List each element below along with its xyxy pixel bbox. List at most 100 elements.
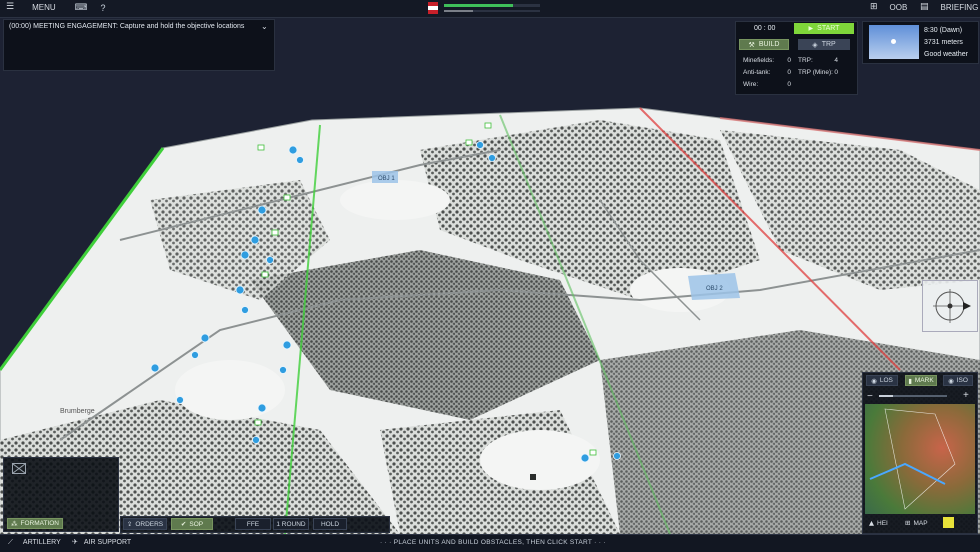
enemy-contact-marker[interactable]: [530, 474, 536, 480]
unit-marker[interactable]: [150, 363, 160, 373]
unit-marker[interactable]: [240, 250, 250, 260]
air-support-button[interactable]: ✈ AIR SUPPORT: [72, 538, 131, 546]
mission-expand-button[interactable]: ⌄: [261, 22, 268, 31]
enemy-strength-bar: [444, 10, 540, 12]
mark-button[interactable]: ▮ MARK: [905, 375, 937, 386]
unit-marker[interactable]: [176, 396, 184, 404]
visibility: 3731 meters: [924, 39, 963, 46]
hold-button[interactable]: HOLD: [313, 518, 347, 530]
mission-objective-panel: (00:00) MEETING ENGAGEMENT: Capture and …: [3, 19, 275, 71]
artillery-button[interactable]: ⟋ ARTILLERY: [8, 538, 61, 547]
one-round-button[interactable]: 1 ROUND: [273, 518, 309, 530]
menu-button[interactable]: ☰ MENU: [6, 2, 56, 12]
minefields-row: Minefields: 0: [743, 57, 791, 64]
unit-marker[interactable]: [266, 256, 274, 264]
grid-icon: ⊞: [905, 519, 911, 527]
weather-panel: 8:30 (Dawn) 3731 meters Good weather: [862, 21, 979, 64]
eye-icon: ◉: [948, 376, 954, 385]
unit-marker[interactable]: [613, 452, 621, 460]
minimap-panel: ◉ LOS ▮ MARK ◉ ISO − + ▲ HEI ⊞ MAP: [862, 372, 978, 534]
keyboard-button[interactable]: ⌨: [72, 2, 90, 14]
ffe-button[interactable]: FFE: [235, 518, 271, 530]
help-button[interactable]: ?: [96, 2, 110, 14]
mission-text: (00:00) MEETING ENGAGEMENT: Capture and …: [9, 23, 245, 30]
team-flag: [428, 2, 438, 14]
briefing-label: BRIEFING: [940, 2, 979, 12]
grid-icon: ⊞: [870, 2, 878, 12]
unit-marker[interactable]: [580, 453, 590, 463]
time-of-day: 8:30 (Dawn): [924, 27, 963, 34]
weather-condition: Good weather: [924, 51, 968, 58]
menu-label: MENU: [32, 2, 56, 12]
check-icon: ✔: [180, 520, 187, 528]
build-label: BUILD: [758, 41, 780, 48]
unit-marker[interactable]: [191, 351, 199, 359]
unit-marker[interactable]: [250, 235, 260, 245]
mission-timer: 00 : 00: [754, 25, 776, 32]
unit-marker[interactable]: [279, 366, 287, 374]
trp-counts: TRP: 4 TRP (Mine): 0: [798, 55, 838, 79]
top-bar: ☰ MENU ⌨ ? ⊞ OOB ▤ BRIEFING: [0, 0, 980, 18]
compass-arrow-icon[interactable]: [963, 302, 971, 310]
unit-marker[interactable]: [241, 306, 249, 314]
unit-marker[interactable]: [296, 156, 304, 164]
formation-icon: ⁂: [10, 519, 18, 528]
trp-row: TRP: 4: [798, 57, 838, 64]
unit-marker[interactable]: [257, 205, 267, 215]
weather-info: 8:30 (Dawn) 3731 meters Good weather: [924, 25, 968, 61]
unit-marker[interactable]: [235, 285, 245, 295]
artillery-icon: ⟋: [8, 538, 13, 546]
document-icon: ▤: [920, 2, 929, 12]
zoom-out-button[interactable]: −: [867, 391, 873, 402]
orders-button[interactable]: ⇪ ORDERS: [123, 518, 167, 530]
start-label: START: [817, 25, 840, 32]
briefing-button[interactable]: ▤ BRIEFING: [920, 2, 978, 12]
terrain-minimap[interactable]: [865, 404, 975, 514]
unit-marker[interactable]: [476, 141, 484, 149]
eye-icon: ◉: [871, 376, 877, 385]
trp-label: TRP: [821, 41, 836, 48]
objective-label-1: OBJ 1: [378, 176, 395, 182]
start-button[interactable]: ▶ START: [794, 23, 854, 34]
hamburger-icon: ☰: [6, 2, 15, 12]
height-button[interactable]: ▲ HEI: [869, 519, 888, 527]
force-strength-bar: [444, 4, 540, 7]
open-field: [340, 180, 450, 220]
unit-type-icon: [12, 463, 26, 474]
unit-panel: ⁂ FORMATION: [3, 457, 119, 532]
zoom-slider[interactable]: [879, 395, 947, 397]
iso-button[interactable]: ◉ ISO: [943, 375, 973, 386]
unit-marker[interactable]: [200, 333, 210, 343]
mountain-icon: ▲: [869, 519, 874, 527]
trp-button[interactable]: ◈ TRP: [798, 39, 850, 50]
oob-button[interactable]: ⊞ OOB: [870, 2, 907, 12]
toggle-button[interactable]: [943, 517, 954, 528]
unit-marker[interactable]: [282, 340, 292, 350]
objective-label-2: OBJ 2: [706, 286, 723, 292]
deployment-hint: · · · PLACE UNITS AND BUILD OBSTACLES, T…: [380, 539, 606, 546]
help-label: ?: [100, 3, 106, 13]
camera-frustum: [884, 408, 956, 510]
unit-marker[interactable]: [488, 154, 496, 162]
unit-marker[interactable]: [257, 403, 267, 413]
build-button[interactable]: ⚒ BUILD: [739, 39, 789, 50]
los-button[interactable]: ◉ LOS: [866, 375, 898, 386]
keyboard-icon: ⌨: [74, 3, 88, 13]
tools-icon: ⚒: [748, 40, 755, 49]
unit-marker[interactable]: [252, 436, 260, 444]
trp-mine-row: TRP (Mine): 0: [798, 69, 838, 76]
chevron-down-icon: ⌄: [261, 22, 268, 31]
zoom-in-button[interactable]: +: [963, 390, 969, 401]
open-field: [175, 360, 285, 420]
unit-marker[interactable]: [288, 145, 298, 155]
play-icon: ▶: [808, 25, 814, 32]
deployment-panel: 00 : 00 ▶ START ⚒ BUILD ◈ TRP Minefields…: [735, 21, 858, 95]
obstacle-counts: Minefields: 0 Anti-tank: 0 Wire: 0: [743, 55, 791, 91]
sop-button[interactable]: ✔ SOP: [171, 518, 213, 530]
formation-button[interactable]: ⁂ FORMATION: [7, 518, 63, 529]
oob-label: OOB: [889, 2, 908, 12]
wire-row: Wire: 0: [743, 81, 791, 88]
aircraft-icon: ✈: [72, 538, 78, 546]
camera-compass[interactable]: [922, 280, 978, 332]
map-button[interactable]: ⊞ MAP: [905, 519, 928, 527]
